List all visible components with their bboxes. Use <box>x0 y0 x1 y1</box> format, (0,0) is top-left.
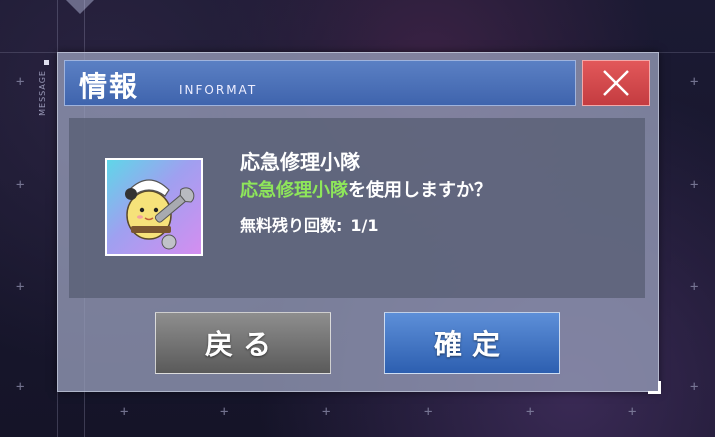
plus-marker: + <box>220 404 229 420</box>
item-thumbnail <box>105 158 203 256</box>
dialog-subtitle: INFORMAT <box>179 83 258 97</box>
dialog-content-panel: 応急修理小隊 応急修理小隊を使用しますか？ 無料残り回数: 1/1 <box>69 118 645 298</box>
plus-marker: + <box>628 404 637 420</box>
plus-marker: + <box>16 177 25 193</box>
close-x-icon <box>603 70 629 96</box>
plus-marker: + <box>120 404 129 420</box>
close-button[interactable] <box>582 60 650 106</box>
dialog-corner-bracket <box>648 381 661 394</box>
confirm-question: を使用しますか？ <box>348 180 492 201</box>
plus-marker: + <box>322 404 331 420</box>
side-marker <box>44 60 49 65</box>
top-indicator-triangle <box>66 0 94 14</box>
plus-marker: + <box>690 279 699 295</box>
highlighted-item-name: 応急修理小隊 <box>240 180 348 201</box>
plus-marker: + <box>690 74 699 90</box>
item-name: 応急修理小隊 <box>240 150 360 174</box>
plus-marker: + <box>424 404 433 420</box>
info-dialog: 情報 INFORMAT 応急修理小隊 応急修理小隊を使用しますか？ 無料残り回数… <box>57 52 661 394</box>
free-uses-line: 無料残り回数: 1/1 <box>240 212 379 236</box>
repair-fairy-wrench-icon <box>107 160 201 254</box>
plus-marker: + <box>690 177 699 193</box>
plus-marker: + <box>16 74 25 90</box>
dialog-title: 情報 <box>79 70 140 103</box>
free-uses-value: 1/1 <box>350 216 379 235</box>
free-uses-label: 無料残り回数: <box>240 216 343 235</box>
confirm-button[interactable]: 確定 <box>384 312 560 374</box>
plus-marker: + <box>690 379 699 395</box>
plus-marker: + <box>16 279 25 295</box>
message-side-label: MESSAGE <box>38 70 47 116</box>
plus-marker: + <box>526 404 535 420</box>
dialog-title-bar: 情報 INFORMAT <box>64 60 576 106</box>
back-button[interactable]: 戻る <box>155 312 331 374</box>
plus-marker: + <box>16 379 25 395</box>
confirm-message: 応急修理小隊を使用しますか？ <box>240 176 492 202</box>
